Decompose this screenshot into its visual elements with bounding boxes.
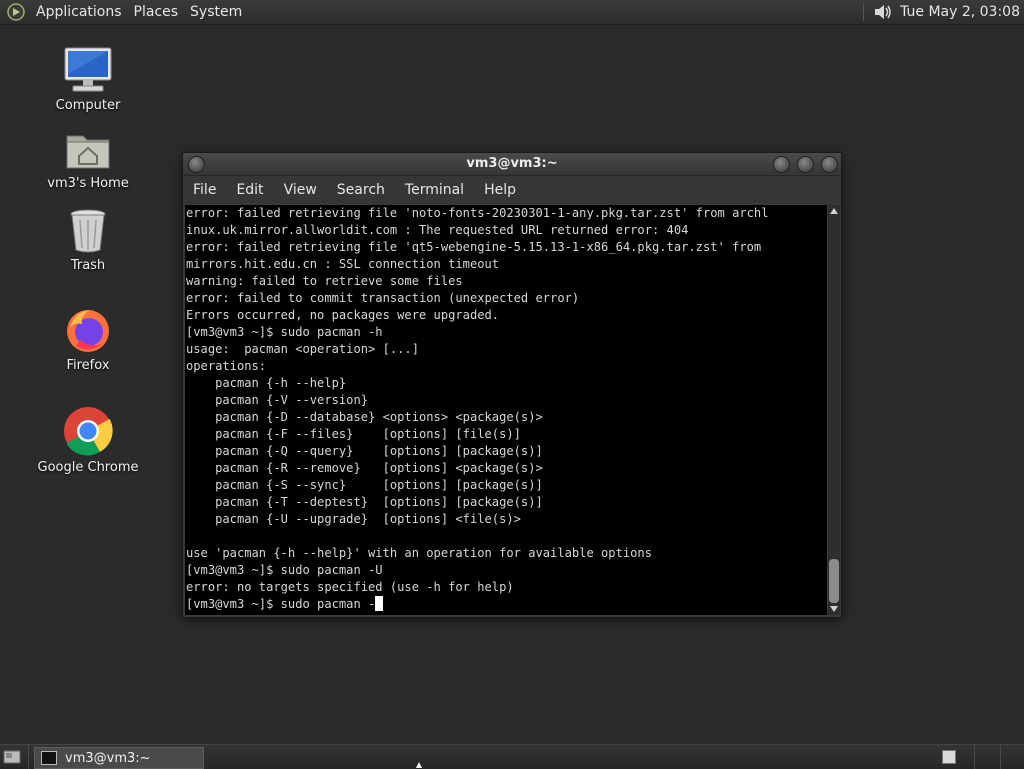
computer-icon: [64, 47, 112, 92]
menu-view[interactable]: View: [274, 182, 327, 198]
chrome-icon: [64, 407, 113, 456]
terminal-line: operations:: [186, 359, 267, 373]
menu-search[interactable]: Search: [327, 182, 395, 198]
terminal-output[interactable]: error: failed retrieving file 'noto-font…: [185, 205, 827, 615]
minimize-button[interactable]: [773, 156, 790, 173]
firefox-icon: [67, 310, 109, 352]
window-menubar: File Edit View Search Terminal Help: [183, 176, 841, 204]
desktop-icon-firefox[interactable]: Firefox: [28, 306, 148, 373]
desktop-icon-computer[interactable]: Computer: [28, 46, 148, 113]
terminal-line: pacman {-T --deptest} [options] [package…: [186, 495, 543, 509]
taskbar-terminal-button[interactable]: vm3@vm3:~: [34, 747, 204, 769]
terminal-line: warning: failed to retrieve some files: [186, 274, 463, 288]
top-panel: Applications Places System Tue May 2, 03…: [0, 0, 1024, 25]
terminal-line: pacman {-D --database} <options> <packag…: [186, 410, 543, 424]
panel-separator: [974, 745, 975, 769]
panel-separator: [863, 3, 865, 21]
bottom-panel: vm3@vm3:~: [0, 744, 1024, 769]
desktop-icon-label: Trash: [70, 258, 106, 273]
workspace-switcher[interactable]: [942, 750, 956, 764]
panel-separator: [1000, 745, 1001, 769]
mouse-pointer-icon: [416, 762, 422, 768]
terminal-line: [vm3@vm3 ~]$ sudo pacman -h: [186, 325, 383, 339]
text-cursor: [375, 596, 384, 611]
terminal-line: pacman {-V --version}: [186, 393, 369, 407]
terminal-prompt-line[interactable]: [vm3@vm3 ~]$ sudo pacman -: [185, 596, 827, 613]
menu-help[interactable]: Help: [474, 182, 526, 198]
terminal-line: error: failed to commit transaction (une…: [186, 291, 580, 305]
terminal-prompt: [vm3@vm3 ~]$ sudo pacman -: [186, 597, 376, 611]
home-folder-icon: [66, 135, 110, 169]
scroll-up-arrow-icon[interactable]: [830, 208, 838, 214]
desktop-icon-chrome[interactable]: Google Chrome: [28, 406, 148, 475]
clock[interactable]: Tue May 2, 03:08: [900, 4, 1020, 20]
maximize-button[interactable]: [797, 156, 814, 173]
volume-icon[interactable]: [872, 2, 894, 22]
desktop-icon-label: Computer: [55, 98, 121, 113]
system-menu[interactable]: System: [184, 4, 248, 20]
scroll-down-arrow-icon[interactable]: [830, 606, 838, 612]
panel-tray: Tue May 2, 03:08: [863, 0, 1020, 24]
taskbar-label: vm3@vm3:~: [65, 750, 151, 766]
terminal-line: pacman {-h --help}: [186, 376, 347, 390]
terminal-line: Errors occurred, no packages were upgrad…: [186, 308, 500, 322]
terminal-line: [vm3@vm3 ~]$ sudo pacman -U: [186, 563, 383, 577]
terminal-line: inux.uk.mirror.allworldit.com : The requ…: [186, 223, 689, 237]
terminal-line: error: failed retrieving file 'qt5-weben…: [186, 240, 762, 254]
panel-separator: [28, 745, 29, 769]
terminal-line: pacman {-F --files} [options] [file(s)]: [186, 427, 521, 441]
terminal-scrollbar[interactable]: [828, 205, 840, 615]
terminal-line: pacman {-Q --query} [options] [package(s…: [186, 444, 543, 458]
terminal-text: error: failed retrieving file 'noto-font…: [185, 205, 827, 596]
terminal-window[interactable]: vm3@vm3:~ File Edit View Search Terminal…: [182, 152, 842, 618]
desktop-icon-trash[interactable]: Trash: [28, 208, 148, 273]
terminal-line: use 'pacman {-h --help}' with an operati…: [186, 546, 652, 560]
scrollbar-thumb[interactable]: [829, 559, 839, 603]
applications-menu[interactable]: Applications: [30, 4, 128, 20]
desktop-icon-label: Google Chrome: [37, 460, 139, 475]
menu-logo-icon[interactable]: [6, 2, 26, 22]
terminal-line: pacman {-S --sync} [options] [package(s)…: [186, 478, 543, 492]
terminal-line: pacman {-R --remove} [options] <package(…: [186, 461, 543, 475]
window-titlebar[interactable]: vm3@vm3:~: [183, 153, 841, 176]
close-button[interactable]: [821, 156, 838, 173]
terminal-line: usage: pacman <operation> [...]: [186, 342, 419, 356]
show-desktop-icon[interactable]: [3, 749, 21, 765]
window-title: vm3@vm3:~: [466, 156, 558, 171]
terminal-line: error: no targets specified (use -h for …: [186, 580, 514, 594]
desktop-icon-home[interactable]: vm3's Home: [28, 128, 148, 191]
menu-file[interactable]: File: [183, 182, 226, 198]
terminal-line: error: failed retrieving file 'noto-font…: [186, 206, 769, 220]
terminal-line: mirrors.hit.edu.cn : SSL connection time…: [186, 257, 500, 271]
terminal-line: pacman {-U --upgrade} [options] <file(s)…: [186, 512, 521, 526]
menu-terminal[interactable]: Terminal: [395, 182, 474, 198]
places-menu[interactable]: Places: [128, 4, 185, 20]
desktop-icon-label: Firefox: [66, 358, 110, 373]
menu-edit[interactable]: Edit: [226, 182, 273, 198]
trash-icon: [70, 209, 106, 253]
desktop-icon-label: vm3's Home: [47, 176, 129, 191]
terminal-icon: [41, 751, 57, 765]
